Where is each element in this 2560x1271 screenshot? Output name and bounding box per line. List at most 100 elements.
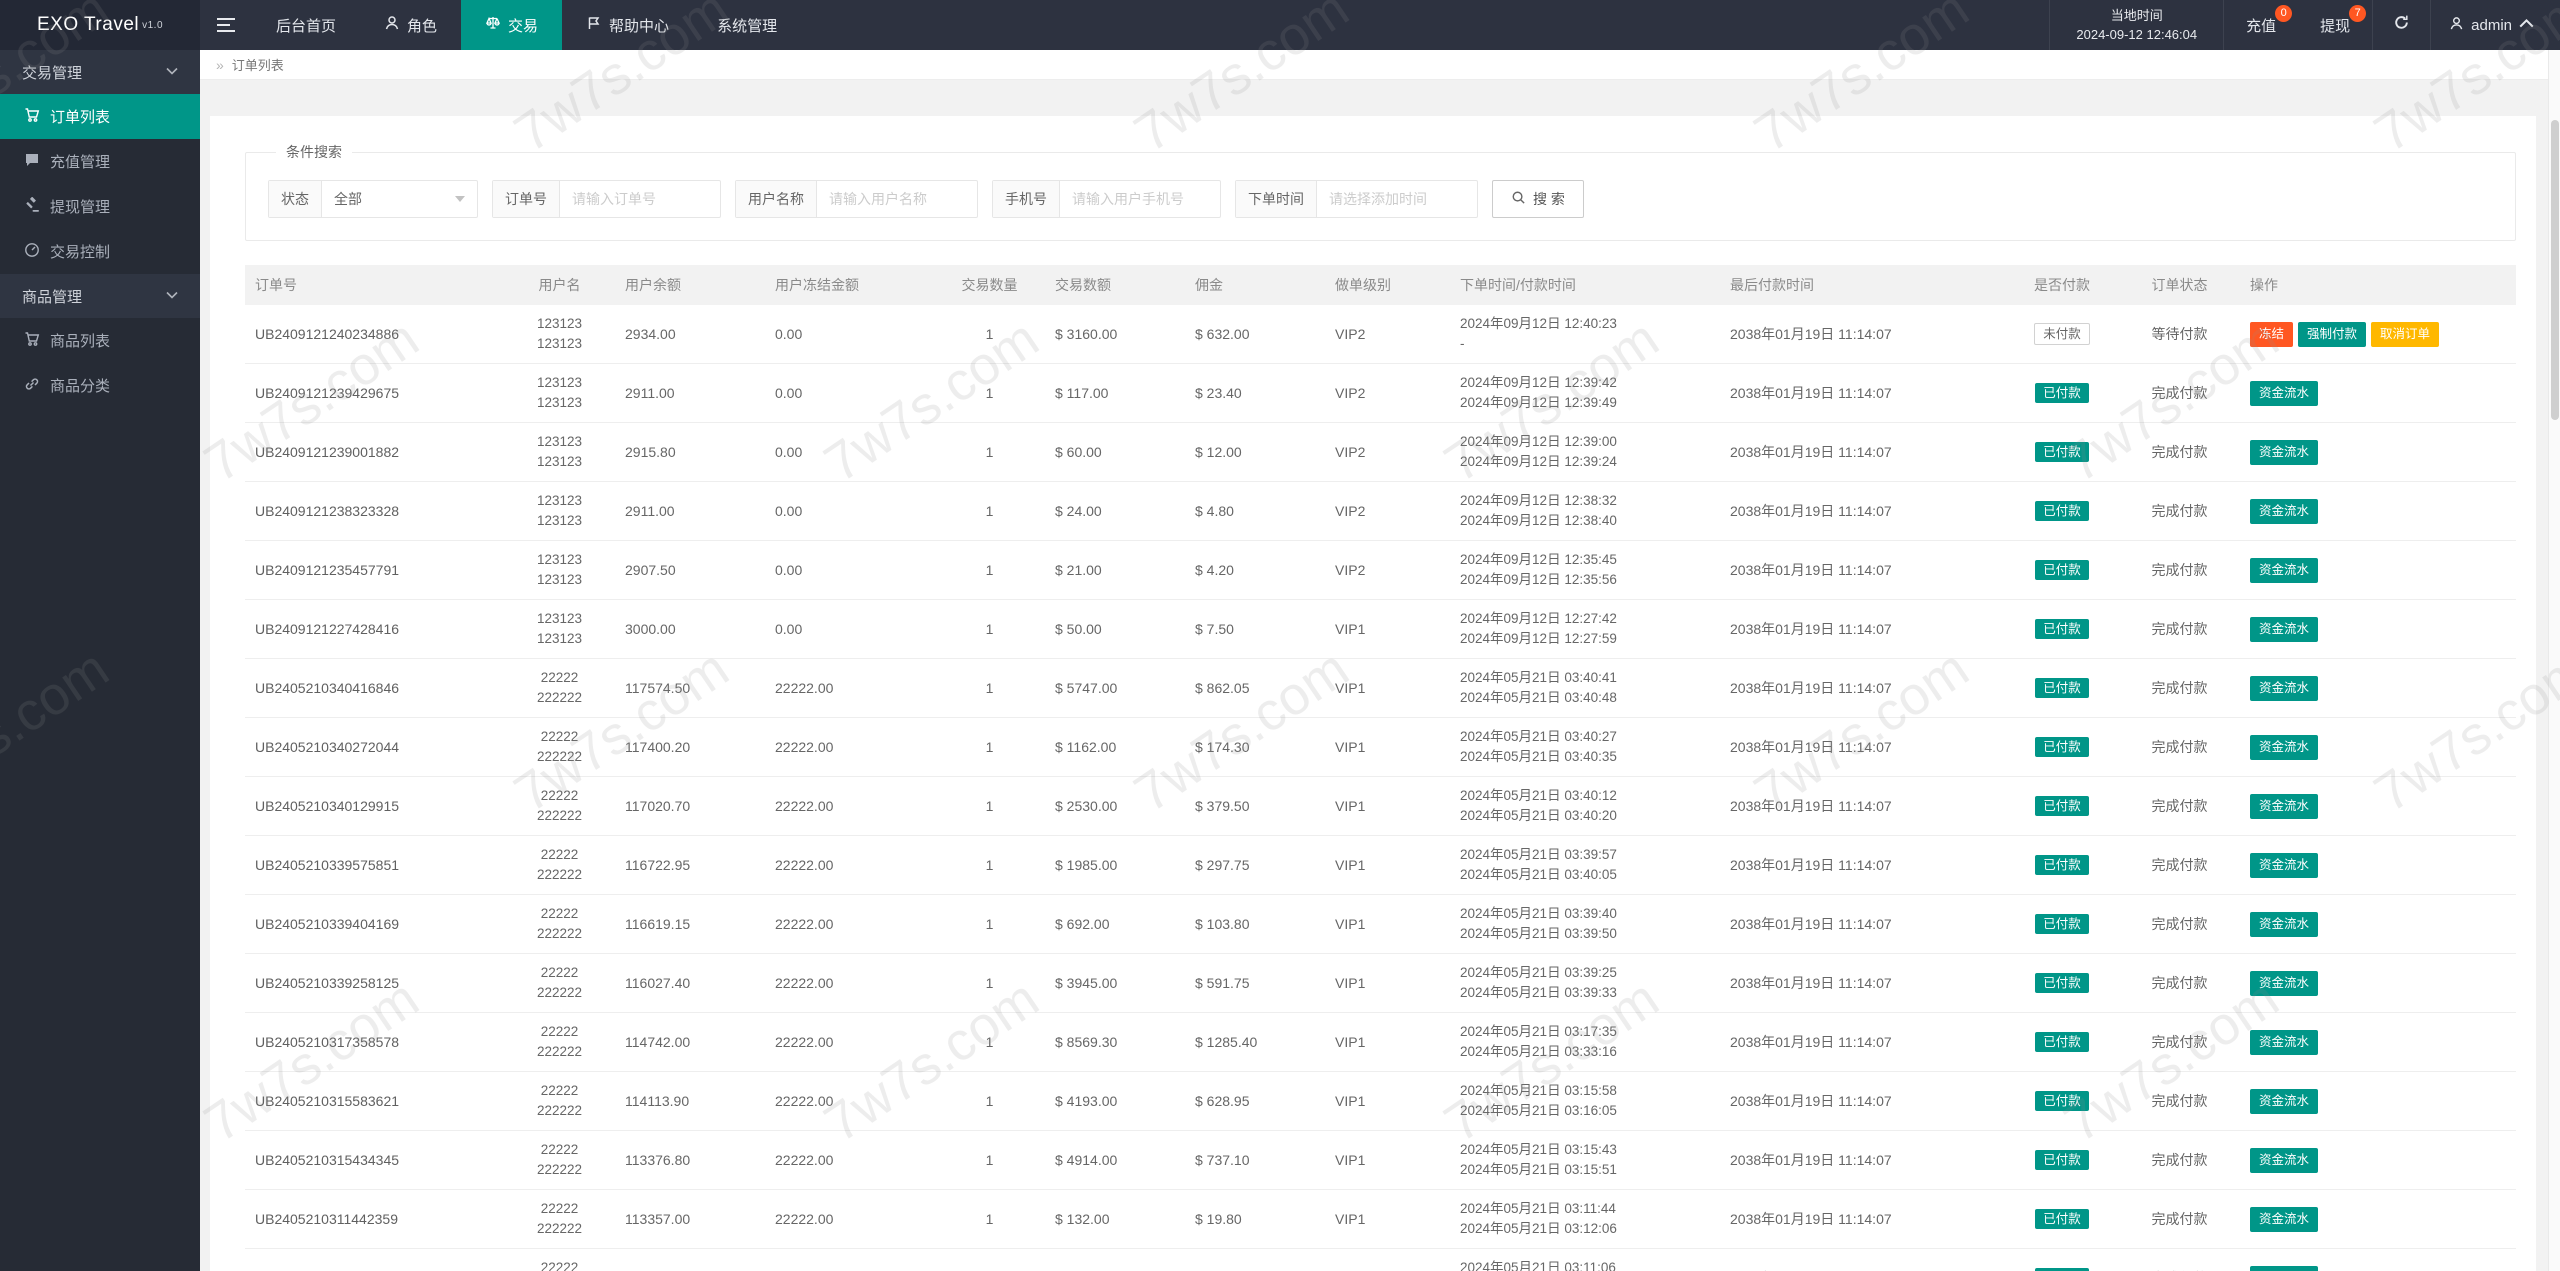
withdraw-notice-button[interactable]: 提现 7 — [2298, 0, 2372, 50]
freeze-order-button[interactable]: 冻结 — [2250, 322, 2293, 347]
fund-flow-button[interactable]: 资金流水 — [2250, 1207, 2318, 1232]
order-time-cell: 2024年05月21日 03:15:432024年05月21日 03:15:51 — [1450, 1140, 1720, 1180]
paid-status-badge: 已付款 — [2035, 501, 2089, 522]
fund-flow-button[interactable]: 资金流水 — [2250, 735, 2318, 760]
username-filter: 用户名称 — [735, 180, 978, 218]
vertical-scrollbar[interactable] — [2548, 50, 2560, 1271]
order-time-cell: 2024年05月21日 03:39:252024年05月21日 03:39:33 — [1450, 963, 1720, 1003]
order-state-cell: 完成付款 — [2115, 678, 2240, 698]
amount-cell: $ 692.00 — [1045, 916, 1185, 932]
balance-cell: 113376.80 — [615, 1152, 765, 1168]
order-state-cell: 完成付款 — [2115, 1091, 2240, 1111]
sidebar-group-goods-management[interactable]: 商品管理 — [0, 274, 200, 318]
sidebar-group-trade-management[interactable]: 交易管理 — [0, 50, 200, 94]
balance-cell: 114742.00 — [615, 1034, 765, 1050]
level-cell: VIP1 — [1325, 1211, 1450, 1227]
fund-flow-button[interactable]: 资金流水 — [2250, 1089, 2318, 1114]
scrollbar-thumb[interactable] — [2551, 120, 2559, 420]
qty-cell: 1 — [930, 798, 1045, 814]
level-cell: VIP1 — [1325, 798, 1450, 814]
last-pay-time-cell: 2038年01月19日 11:14:07 — [1720, 737, 2005, 757]
fund-flow-button[interactable]: 资金流水 — [2250, 499, 2318, 524]
frozen-cell: 0.00 — [765, 621, 930, 637]
fund-flow-button[interactable]: 资金流水 — [2250, 1148, 2318, 1173]
fund-flow-button[interactable]: 资金流水 — [2250, 617, 2318, 642]
order-no-cell: UB2405210311442359 — [245, 1211, 500, 1227]
menu-item-trade[interactable]: 交易 — [461, 0, 562, 50]
breadcrumb: » 订单列表 — [200, 50, 2548, 80]
order-state-cell: 完成付款 — [2115, 737, 2240, 757]
fund-flow-button[interactable]: 资金流水 — [2250, 381, 2318, 406]
sidebar-item-goods-category[interactable]: 商品分类 — [0, 363, 200, 408]
fund-flow-button[interactable]: 资金流水 — [2250, 440, 2318, 465]
recharge-notice-button[interactable]: 充值 0 — [2224, 0, 2298, 50]
user-menu[interactable]: admin — [2430, 0, 2560, 50]
amount-cell: $ 5747.00 — [1045, 680, 1185, 696]
menu-item-dashboard[interactable]: 后台首页 — [252, 0, 360, 50]
menu-label: 角色 — [407, 15, 437, 36]
last-pay-time-cell: 2038年01月19日 11:14:07 — [1720, 796, 2005, 816]
username-cell: 123123123123 — [500, 373, 615, 413]
row-actions: 资金流水 — [2240, 1028, 2516, 1057]
paid-status-badge: 已付款 — [2035, 619, 2089, 640]
username-cell: 22222222222 — [500, 904, 615, 944]
frozen-cell: 22222.00 — [765, 1152, 930, 1168]
breadcrumb-marker: » — [216, 57, 224, 73]
menu-item-help-center[interactable]: 帮助中心 — [562, 0, 693, 50]
fund-flow-button[interactable]: 资金流水 — [2250, 971, 2318, 996]
balance-cell: 116722.95 — [615, 857, 765, 873]
local-time-label: 当地时间 — [2111, 6, 2163, 25]
search-button[interactable]: 搜 索 — [1492, 180, 1584, 218]
sidebar-item-withdraw-management[interactable]: 提现管理 — [0, 184, 200, 229]
hamburger-menu-icon[interactable] — [200, 0, 252, 50]
qty-cell: 1 — [930, 1034, 1045, 1050]
paid-cell: 已付款 — [2005, 442, 2115, 463]
balance-cell: 2911.00 — [615, 385, 765, 401]
fund-flow-button[interactable]: 资金流水 — [2250, 676, 2318, 701]
fund-flow-button[interactable]: 资金流水 — [2250, 853, 2318, 878]
sidebar-item-label: 商品分类 — [50, 375, 110, 396]
menu-item-system[interactable]: 系统管理 — [693, 0, 801, 50]
username-input[interactable] — [817, 181, 977, 217]
row-actions: 资金流水 — [2240, 674, 2516, 703]
sidebar-item-order-list[interactable]: 订单列表 — [0, 94, 200, 139]
menu-item-roles[interactable]: 角色 — [360, 0, 461, 50]
username-cell: 22222222222 — [500, 963, 615, 1003]
status-select[interactable]: 状态 全部 — [268, 180, 478, 218]
balance-cell: 114113.90 — [615, 1093, 765, 1109]
status-select-value[interactable]: 全部 — [322, 181, 477, 217]
fund-flow-button[interactable]: 资金流水 — [2250, 1266, 2318, 1271]
commission-cell: $ 7.50 — [1185, 621, 1325, 637]
flag-icon — [586, 15, 602, 35]
order-time-cell: 2024年09月12日 12:39:422024年09月12日 12:39:49 — [1450, 373, 1720, 413]
fund-flow-button[interactable]: 资金流水 — [2250, 558, 2318, 583]
order-no-cell: UB2405210317358578 — [245, 1034, 500, 1050]
cancel-order-button[interactable]: 取消订单 — [2371, 322, 2439, 347]
order-no-cell: UB2405210340129915 — [245, 798, 500, 814]
fund-flow-button[interactable]: 资金流水 — [2250, 912, 2318, 937]
fund-flow-button[interactable]: 资金流水 — [2250, 1030, 2318, 1055]
table-row: UB2409121235457791 123123123123 2907.50 … — [245, 541, 2516, 600]
paid-cell: 已付款 — [2005, 383, 2115, 404]
row-actions: 资金流水 — [2240, 1264, 2516, 1271]
order-no-input[interactable] — [560, 181, 720, 217]
table-header: 订单号用户名用户余额用户冻结金额交易数量交易数额佣金做单级别下单时间/付款时间最… — [245, 265, 2516, 305]
frozen-cell: 22222.00 — [765, 857, 930, 873]
withdraw-badge: 7 — [2349, 5, 2366, 22]
paid-cell: 已付款 — [2005, 560, 2115, 581]
frozen-cell: 22222.00 — [765, 1093, 930, 1109]
qty-cell: 1 — [930, 1093, 1045, 1109]
order-time-input[interactable] — [1317, 181, 1477, 217]
last-pay-time-cell: 2038年01月19日 11:14:07 — [1720, 324, 2005, 344]
sidebar-item-recharge-management[interactable]: 充值管理 — [0, 139, 200, 184]
frozen-cell: 22222.00 — [765, 916, 930, 932]
column-header: 订单状态 — [2115, 275, 2240, 295]
refresh-button[interactable] — [2372, 0, 2430, 50]
order-no-label: 订单号 — [493, 181, 560, 217]
force-pay-button[interactable]: 强制付款 — [2298, 322, 2366, 347]
phone-input[interactable] — [1060, 181, 1220, 217]
sidebar-item-goods-list[interactable]: 商品列表 — [0, 318, 200, 363]
amount-cell: $ 3160.00 — [1045, 326, 1185, 342]
fund-flow-button[interactable]: 资金流水 — [2250, 794, 2318, 819]
sidebar-item-trade-control[interactable]: 交易控制 — [0, 229, 200, 274]
